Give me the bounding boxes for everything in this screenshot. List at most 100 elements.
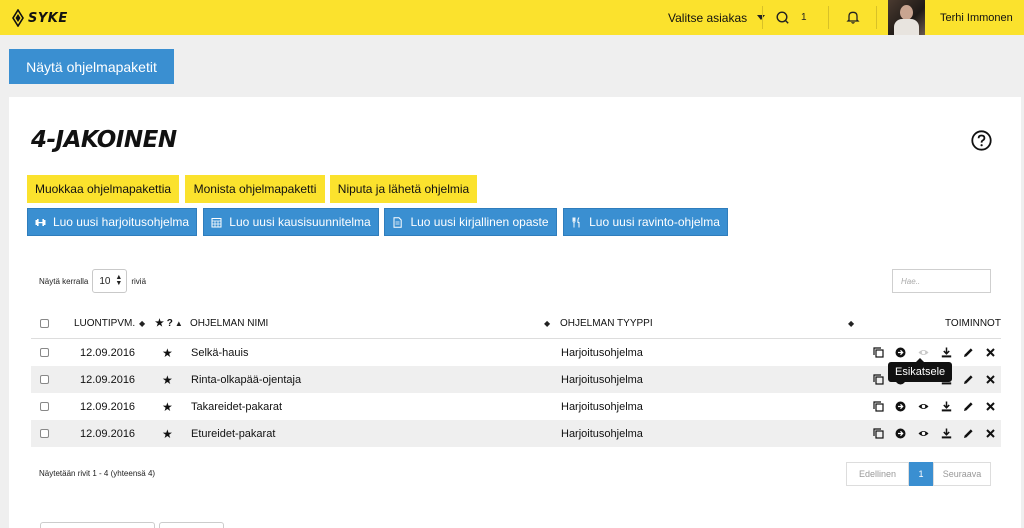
pagination: Edellinen 1 Seuraava [846, 462, 991, 486]
table-row[interactable]: 12.09.2016 ★ Etureidet-pakarat Harjoitusohj… [31, 420, 1001, 447]
header-type[interactable]: OHJELMAN TYYPPI [560, 307, 653, 339]
sort-asc-icon: ▲ [174, 318, 183, 328]
show-packages-button[interactable]: Näytä ohjelmapaketit [9, 49, 174, 84]
table-search-input[interactable] [892, 269, 991, 293]
row-program-type: Harjoitusohjelma [561, 427, 643, 440]
logo-mark-icon [12, 9, 24, 27]
close-icon[interactable] [983, 399, 997, 413]
pencil-icon[interactable] [961, 345, 975, 359]
header-favorite-label: ★ ? [155, 317, 173, 329]
sort-type-icon[interactable]: ◆ [848, 307, 854, 339]
row-program-name[interactable]: Takareidet-pakarat [191, 393, 282, 420]
row-program-name[interactable]: Selkä-hauis [191, 339, 248, 366]
row-checkbox[interactable] [40, 402, 49, 411]
search-toggle[interactable]: 1 [776, 0, 807, 35]
copy-icon[interactable] [871, 345, 885, 359]
create-training-program-button[interactable]: Luo uusi harjoitusohjelma [27, 208, 197, 236]
duplicate-package-button[interactable]: Monista ohjelmapaketti [185, 175, 325, 203]
copy-icon[interactable] [871, 426, 885, 440]
pencil-icon[interactable] [961, 399, 975, 413]
avatar-face [900, 5, 913, 20]
header-name[interactable]: OHJELMAN NIMI [190, 307, 268, 339]
star-icon[interactable]: ★ [162, 393, 173, 420]
header-date[interactable]: LUONTIPVM. [74, 307, 135, 339]
arrow-right-circle-icon[interactable] [893, 345, 907, 359]
eye-icon[interactable] [916, 426, 930, 440]
close-icon[interactable] [983, 426, 997, 440]
syke-logo[interactable]: SYKE [12, 8, 80, 28]
create-training-program-label: Luo uusi harjoitusohjelma [52, 215, 190, 229]
avatar[interactable] [888, 0, 925, 35]
close-icon[interactable] [983, 345, 997, 359]
row-checkbox[interactable] [40, 429, 49, 438]
star-icon[interactable]: ★ [162, 366, 173, 393]
search-count: 1 [801, 12, 807, 23]
select-all-checkbox[interactable] [40, 318, 49, 328]
create-season-plan-label: Luo uusi kausisuunnitelma [229, 215, 371, 229]
pencil-icon[interactable] [961, 426, 975, 440]
create-season-plan-button[interactable]: Luo uusi kausisuunnitelma [203, 208, 379, 236]
copy-icon[interactable] [871, 372, 885, 386]
bottom-control-1[interactable] [40, 522, 155, 528]
download-icon[interactable] [939, 426, 953, 440]
row-program-name[interactable]: Etureidet-pakarat [191, 420, 275, 447]
bottom-control-2[interactable] [159, 522, 224, 528]
create-nutrition-program-button[interactable]: Luo uusi ravinto-ohjelma [563, 208, 728, 236]
rows-prefix: Näytä kerralla [39, 276, 89, 286]
row-select-cell [40, 393, 49, 420]
row-checkbox[interactable] [40, 375, 49, 384]
row-date: 12.09.2016 [80, 427, 136, 440]
sort-date-icon[interactable]: ◆ [139, 307, 145, 339]
rows-per-page-control: Näytä kerralla 10 ▲ ▼ riviä [39, 269, 146, 293]
header-actions-label: TOIMINNOT [945, 317, 1001, 329]
download-icon[interactable] [939, 345, 953, 359]
header-actions: TOIMINNOT [945, 307, 1001, 339]
table-header: LUONTIPVM. ◆ ★ ? ▲ OHJELMAN NIMI ◆ OHJEL… [31, 307, 1001, 339]
pencil-icon[interactable] [961, 372, 975, 386]
arrow-right-circle-icon[interactable] [893, 399, 907, 413]
create-written-guide-button[interactable]: Luo uusi kirjallinen opaste [384, 208, 557, 236]
calendar-icon [211, 217, 222, 227]
star-icon[interactable]: ★ [162, 339, 173, 366]
row-program-type: Harjoitusohjelma [561, 346, 643, 359]
row-checkbox[interactable] [40, 348, 49, 357]
rows-per-page-select[interactable]: 10 ▲ ▼ [92, 269, 128, 293]
header-date-label: LUONTIPVM. [74, 317, 136, 329]
client-select[interactable]: Valitse asiakas [668, 0, 766, 35]
row-program-type: Harjoitusohjelma [561, 373, 643, 386]
sort-name-icon[interactable]: ◆ [544, 307, 550, 339]
client-select-label: Valitse asiakas [668, 10, 748, 25]
divider [876, 6, 877, 29]
table-row[interactable]: 12.09.2016 ★ Rinta-olkapää-ojentaja Harjoit… [31, 366, 1001, 393]
table-row[interactable]: 12.09.2016 ★ Takareidet-pakarat Harjoitusoh… [31, 393, 1001, 420]
eye-icon[interactable] [916, 399, 930, 413]
avatar-body [894, 19, 919, 35]
divider [762, 6, 763, 29]
arrow-right-circle-icon[interactable] [893, 426, 907, 440]
close-icon[interactable] [983, 372, 997, 386]
rows-value: 10 [99, 275, 111, 287]
row-date: 12.09.2016 [80, 400, 136, 413]
content-card: 4-JAKOINEN Muokkaa ohjelmapakettia Monis… [9, 97, 1021, 528]
page-1-button[interactable]: 1 [909, 462, 933, 486]
divider [828, 6, 829, 29]
bundle-send-button[interactable]: Niputa ja lähetä ohjelmia [330, 175, 477, 203]
search-icon [776, 11, 789, 24]
user-name[interactable]: Terhi Immonen [940, 0, 1013, 35]
bell-icon[interactable] [845, 9, 861, 25]
help-icon[interactable] [971, 130, 992, 151]
header-favorite[interactable]: ★ ? ▲ [155, 307, 183, 339]
table-row[interactable]: 12.09.2016 ★ Selkä-hauis Harjoitusohjelma [31, 339, 1001, 366]
row-select-cell [40, 339, 49, 366]
star-icon[interactable]: ★ [162, 420, 173, 447]
row-program-name[interactable]: Rinta-olkapää-ojentaja [191, 366, 301, 393]
header-name-label: OHJELMAN NIMI [190, 317, 269, 329]
next-page-button[interactable]: Seuraava [933, 462, 991, 486]
eye-icon[interactable] [916, 345, 930, 359]
table-summary: Näytetään rivit 1 - 4 (yhteensä 4) [39, 469, 156, 478]
copy-icon[interactable] [871, 399, 885, 413]
create-nutrition-program-label: Luo uusi ravinto-ohjelma [589, 215, 720, 229]
edit-package-button[interactable]: Muokkaa ohjelmapakettia [27, 175, 179, 203]
download-icon[interactable] [939, 399, 953, 413]
prev-page-button[interactable]: Edellinen [846, 462, 909, 486]
